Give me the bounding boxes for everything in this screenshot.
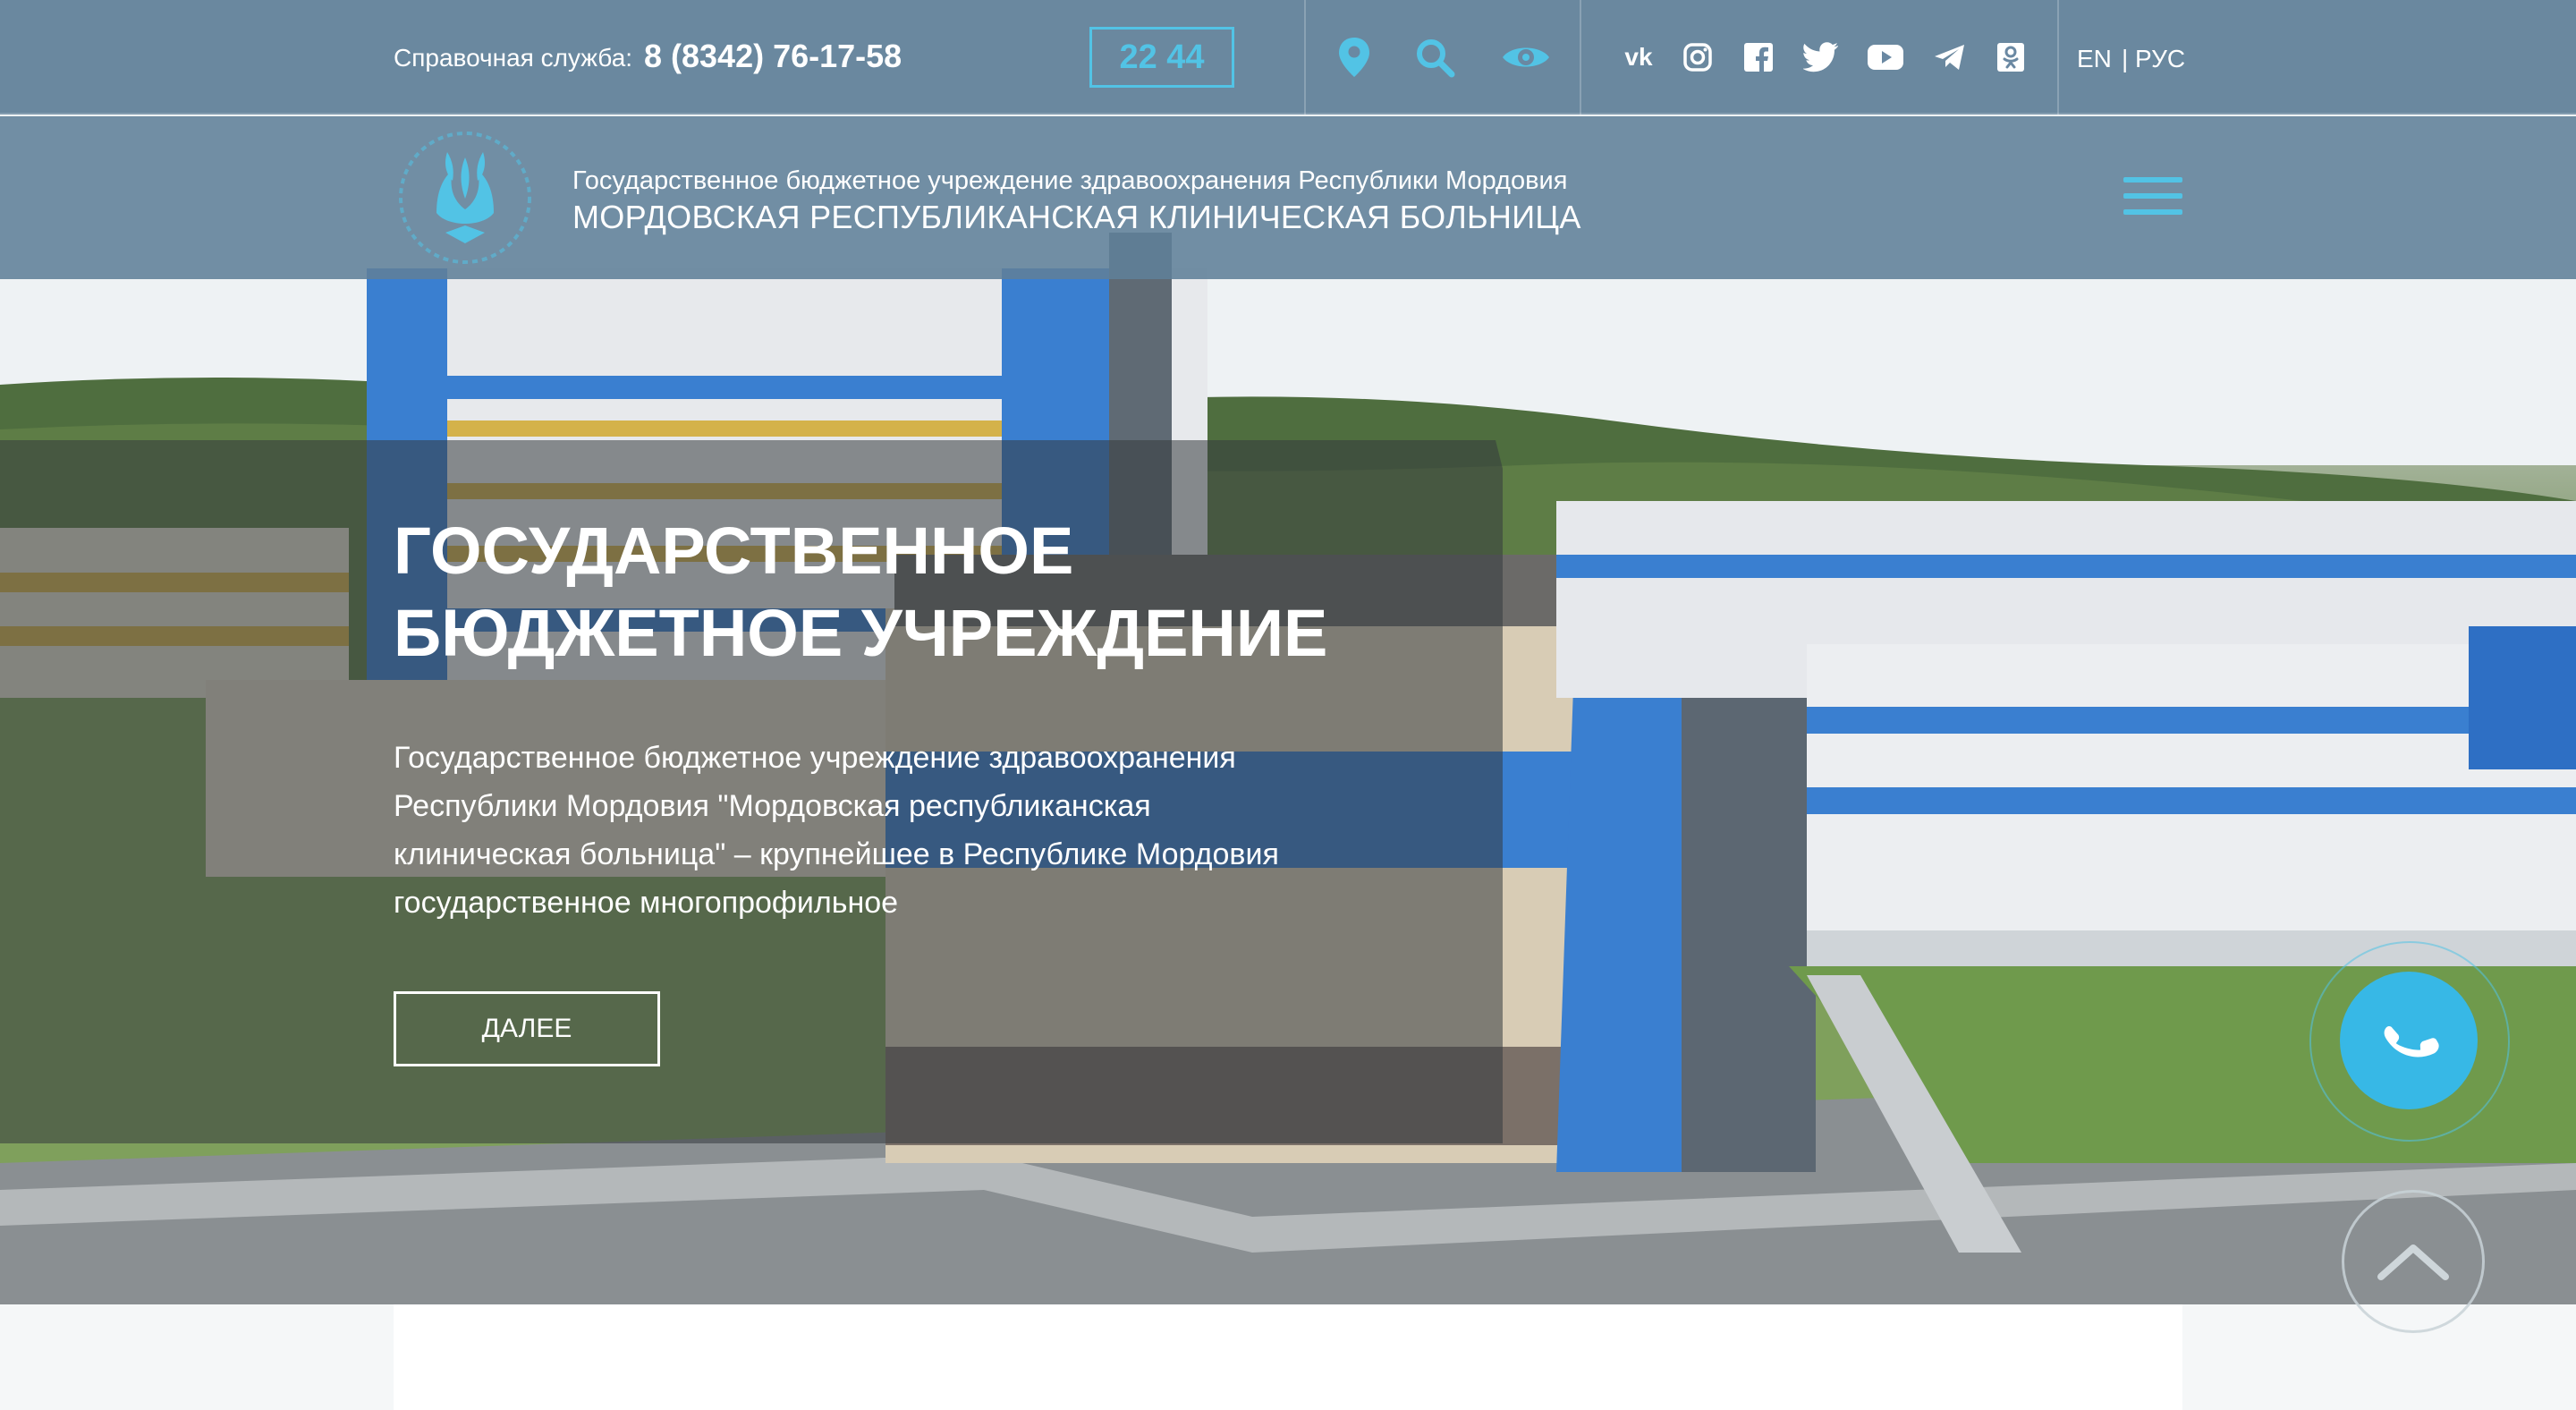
call-back-button[interactable] [2340,972,2478,1109]
telegram-icon[interactable] [1932,39,1968,75]
lang-ru-link[interactable]: | РУС [2122,45,2185,73]
lang-en-link[interactable]: EN [2077,45,2112,73]
vk-icon[interactable]: vk [1615,39,1662,75]
content-card [394,1304,2182,1410]
twitter-icon[interactable] [1801,39,1841,75]
phone-icon [2384,1026,2439,1058]
divider [2057,0,2059,115]
hotline-label: Справочная служба: [394,44,633,72]
eye-icon[interactable] [1499,32,1553,82]
menu-hamburger-icon[interactable] [2123,177,2182,222]
scroll-to-top-button[interactable] [2342,1190,2485,1333]
hospital-logo[interactable] [390,127,540,268]
instagram-icon[interactable] [1680,39,1716,75]
org-name[interactable]: МОРДОВСКАЯ РЕСПУБЛИКАНСКАЯ КЛИНИЧЕСКАЯ Б… [572,199,1581,236]
search-icon[interactable] [1410,32,1460,82]
facebook-icon[interactable] [1741,39,1776,75]
hero-title-line-1: ГОСУДАРСТВЕННОЕ [394,514,1074,588]
chevron-up-icon [2377,1244,2449,1280]
logo-emblem-icon [399,132,531,264]
site-header: Государственное бюджетное учреждение здр… [0,116,2576,279]
org-subtitle: Государственное бюджетное учреждение здр… [572,166,1568,195]
hotline-phone-link[interactable]: 8 (8342) 76-17-58 [644,38,902,75]
hero-description: Государственное бюджетное учреждение здр… [394,741,1279,920]
hero-title-line-2: БЮДЖЕТНОЕ УЧРЕЖДЕНИЕ [394,596,1328,670]
top-utility-bar: Справочная служба: 8 (8342) 76-17-58 22 … [0,0,2576,115]
odnoklassniki-icon[interactable] [1993,39,2029,75]
current-time: 22 44 [1089,27,1234,88]
hero-title: ГОСУДАРСТВЕННОЕ БЮДЖЕТНОЕ УЧРЕЖДЕНИЕ [394,510,1467,675]
divider [1580,0,1581,115]
youtube-icon[interactable] [1866,39,1905,75]
more-button[interactable]: ДАЛЕЕ [394,991,660,1066]
location-pin-icon[interactable] [1329,32,1379,82]
divider [1304,0,1306,115]
